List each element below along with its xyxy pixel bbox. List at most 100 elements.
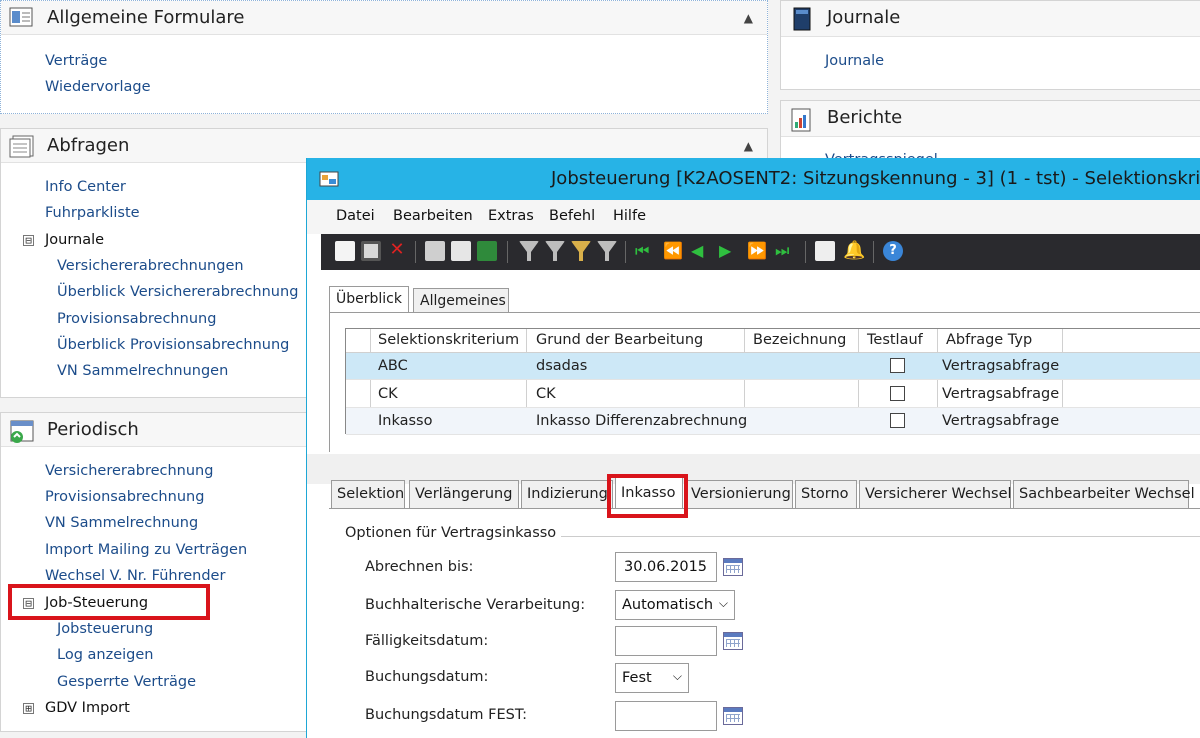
buchungsdatum-fest-input[interactable]	[615, 701, 717, 731]
col-testlauf[interactable]: Testlauf	[867, 332, 923, 348]
berichte-header[interactable]: Berichte	[781, 101, 1200, 137]
tab-verlaengerung[interactable]: Verlängerung	[409, 480, 519, 508]
print-preview-icon[interactable]	[451, 241, 471, 261]
tree-node-journale[interactable]: Journale	[45, 232, 104, 248]
tab-storno[interactable]: Storno	[795, 480, 857, 508]
col-selektionskriterium[interactable]: Selektionskriterium	[378, 332, 519, 348]
link-wechsel-vnr[interactable]: Wechsel V. Nr. Führender	[45, 568, 225, 584]
group-title: Optionen für Vertragsinkasso	[345, 525, 557, 541]
help-icon[interactable]: ?	[883, 241, 903, 261]
menu-extras[interactable]: Extras	[488, 208, 534, 224]
tab-ueberblick[interactable]: Überblick	[329, 286, 409, 313]
link-ueberblick-versichererabrechnung[interactable]: Überblick Versichererabrechnung	[57, 284, 298, 300]
tab-sachbearbeiter-wechsel[interactable]: Sachbearbeiter Wechsel	[1013, 480, 1195, 508]
table-row[interactable]: ABC dsadas Vertragsabfrage	[346, 353, 1200, 380]
last-record-icon[interactable]: ⏭	[775, 241, 795, 261]
link-versichererabrechnungen[interactable]: Versichererabrechnungen	[57, 258, 244, 274]
link-vn-sammelrechnungen[interactable]: VN Sammelrechnungen	[57, 363, 228, 379]
tab-allgemeines[interactable]: Allgemeines	[413, 288, 509, 312]
tree-node-job-steuerung[interactable]: Job-Steuerung	[45, 595, 148, 611]
tab-versionierung[interactable]: Versionierung	[685, 480, 793, 508]
journale-title: Journale	[827, 7, 901, 28]
collapse-node-icon[interactable]: ⊟	[23, 598, 34, 609]
tree-node-gdv-import[interactable]: GDV Import	[45, 700, 130, 716]
link-wiedervorlage[interactable]: Wiedervorlage	[45, 79, 151, 95]
menubar: Datei Bearbeiten Extras Befehl Hilfe	[307, 200, 1200, 234]
link-fuhrparkliste[interactable]: Fuhrparkliste	[45, 205, 140, 221]
report-chart-icon	[789, 107, 817, 132]
new-document-icon[interactable]	[335, 241, 355, 261]
first-record-icon[interactable]: ⏮	[635, 241, 655, 261]
testlauf-checkbox[interactable]	[890, 413, 905, 428]
table-row[interactable]: Inkasso Inkasso Differenzabrechnung Vert…	[346, 408, 1200, 435]
link-info-center[interactable]: Info Center	[45, 179, 126, 195]
form-icon	[9, 7, 37, 29]
faelligkeitsdatum-input[interactable]	[615, 626, 717, 656]
link-vn-sammelrechnung[interactable]: VN Sammelrechnung	[45, 515, 198, 531]
previous-record-icon[interactable]: ◀	[691, 241, 711, 261]
link-vertraege[interactable]: Verträge	[45, 53, 107, 69]
collapse-arrow-icon[interactable]: ▲	[744, 11, 753, 25]
calendar-icon[interactable]	[723, 707, 743, 725]
alert-bell-icon[interactable]: 🔔	[843, 241, 865, 261]
collapse-node-icon[interactable]: ⊟	[23, 235, 34, 246]
expand-node-icon[interactable]: ⊞	[23, 703, 34, 714]
menu-befehl[interactable]: Befehl	[549, 208, 595, 224]
selection-grid: Selektionskriterium Grund der Bearbeitun…	[345, 328, 1200, 435]
toolbar-separator	[415, 241, 416, 263]
filter-icon[interactable]	[519, 241, 539, 261]
delete-icon[interactable]: ✕	[387, 241, 407, 261]
menu-hilfe[interactable]: Hilfe	[613, 208, 646, 224]
testlauf-checkbox[interactable]	[890, 386, 905, 401]
col-grund[interactable]: Grund der Bearbeitung	[536, 332, 703, 348]
testlauf-checkbox[interactable]	[890, 358, 905, 373]
link-journale[interactable]: Journale	[825, 53, 884, 69]
calendar-icon[interactable]	[723, 632, 743, 650]
menu-bearbeiten[interactable]: Bearbeiten	[393, 208, 473, 224]
toolbar-separator	[507, 241, 508, 263]
link-gesperrte-vertraege[interactable]: Gesperrte Verträge	[57, 674, 196, 690]
col-abfrage-typ[interactable]: Abfrage Typ	[946, 332, 1032, 348]
link-jobsteuerung[interactable]: Jobsteuerung	[57, 621, 153, 637]
allgemeine-formulare-title: Allgemeine Formulare	[47, 7, 245, 28]
window-titlebar[interactable]: Jobsteuerung [K2AOSENT2: Sitzungskennung…	[307, 158, 1200, 200]
abrechnen-bis-input[interactable]: 30.06.2015	[615, 552, 717, 582]
link-versichererabrechnung[interactable]: Versichererabrechnung	[45, 463, 213, 479]
periodisch-panel: Periodisch Versichererabrechnung Provisi…	[0, 412, 320, 732]
buchhalterische-verarbeitung-select[interactable]: Automatisch ⌵	[615, 590, 735, 620]
tab-inkasso[interactable]: Inkasso	[615, 476, 683, 508]
toolbar: ✕ ⏮ ⏪ ◀ ▶ ⏩ ⏭ 🔔 ?	[321, 234, 1200, 270]
periodisch-header[interactable]: Periodisch	[1, 413, 319, 447]
print-icon[interactable]	[425, 241, 445, 261]
save-icon[interactable]	[361, 241, 381, 261]
calendar-icon[interactable]	[723, 558, 743, 576]
tab-indizierung[interactable]: Indizierung	[521, 480, 613, 508]
allgemeine-formulare-header[interactable]: Allgemeine Formulare ▲	[1, 1, 767, 35]
next-record-icon[interactable]: ▶	[719, 241, 739, 261]
previous-page-icon[interactable]: ⏪	[663, 241, 683, 261]
window-app-icon	[319, 170, 341, 192]
cell-typ: Vertragsabfrage	[942, 413, 1060, 429]
menu-datei[interactable]: Datei	[336, 208, 375, 224]
col-bezeichnung[interactable]: Bezeichnung	[753, 332, 846, 348]
filter-edit-icon[interactable]	[571, 241, 591, 261]
link-provisionsabrechnung-periodisch[interactable]: Provisionsabrechnung	[45, 489, 204, 505]
link-import-mailing[interactable]: Import Mailing zu Verträgen	[45, 542, 247, 558]
excel-export-icon[interactable]	[477, 241, 497, 261]
cell-typ: Vertragsabfrage	[942, 358, 1060, 374]
periodic-calendar-icon	[9, 419, 37, 443]
tab-selektion[interactable]: Selektion	[331, 480, 405, 508]
link-provisionsabrechnung[interactable]: Provisionsabrechnung	[57, 311, 216, 327]
table-row[interactable]: CK CK Vertragsabfrage	[346, 381, 1200, 408]
next-page-icon[interactable]: ⏩	[747, 241, 767, 261]
link-log-anzeigen[interactable]: Log anzeigen	[57, 647, 153, 663]
link-ueberblick-provisionsabrechnung[interactable]: Überblick Provisionsabrechnung	[57, 337, 289, 353]
tab-versicherer-wechsel[interactable]: Versicherer Wechsel	[859, 480, 1012, 508]
filter-remove-icon[interactable]	[597, 241, 617, 261]
filter-selection-icon[interactable]	[545, 241, 565, 261]
cell-grund: Inkasso Differenzabrechnung	[536, 413, 748, 429]
journale-header[interactable]: Journale	[781, 1, 1200, 37]
notes-icon[interactable]	[815, 241, 835, 261]
collapse-arrow-icon[interactable]: ▲	[744, 139, 753, 153]
buchungsdatum-select[interactable]: Fest ⌵	[615, 663, 689, 693]
